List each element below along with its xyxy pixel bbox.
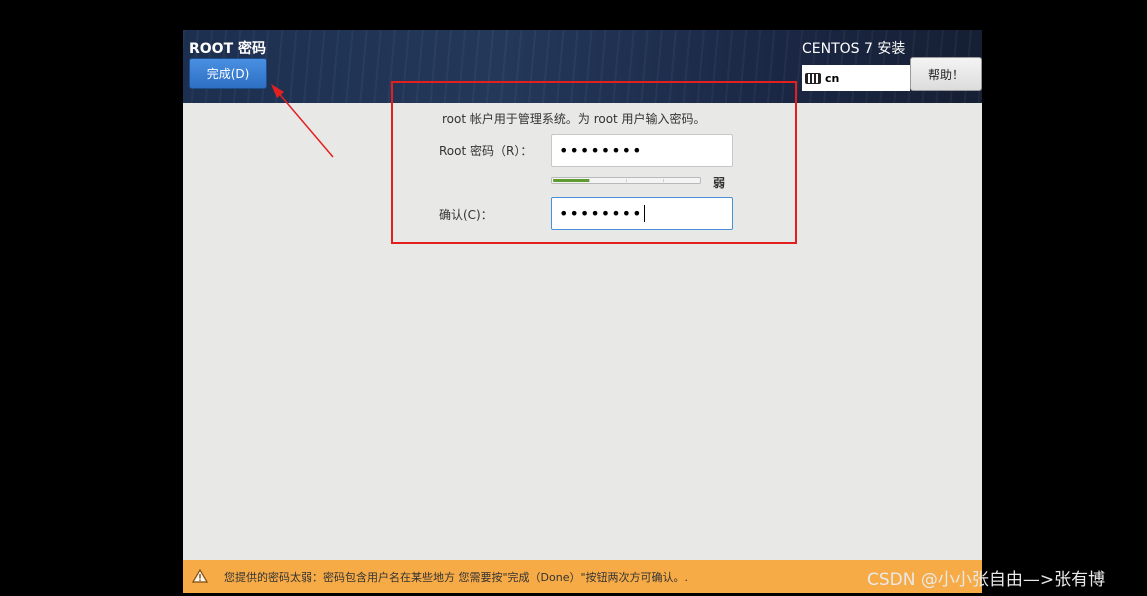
csdn-watermark: CSDN @小小张自由—>张有博	[867, 570, 1106, 590]
annotation-arrow	[271, 84, 334, 158]
